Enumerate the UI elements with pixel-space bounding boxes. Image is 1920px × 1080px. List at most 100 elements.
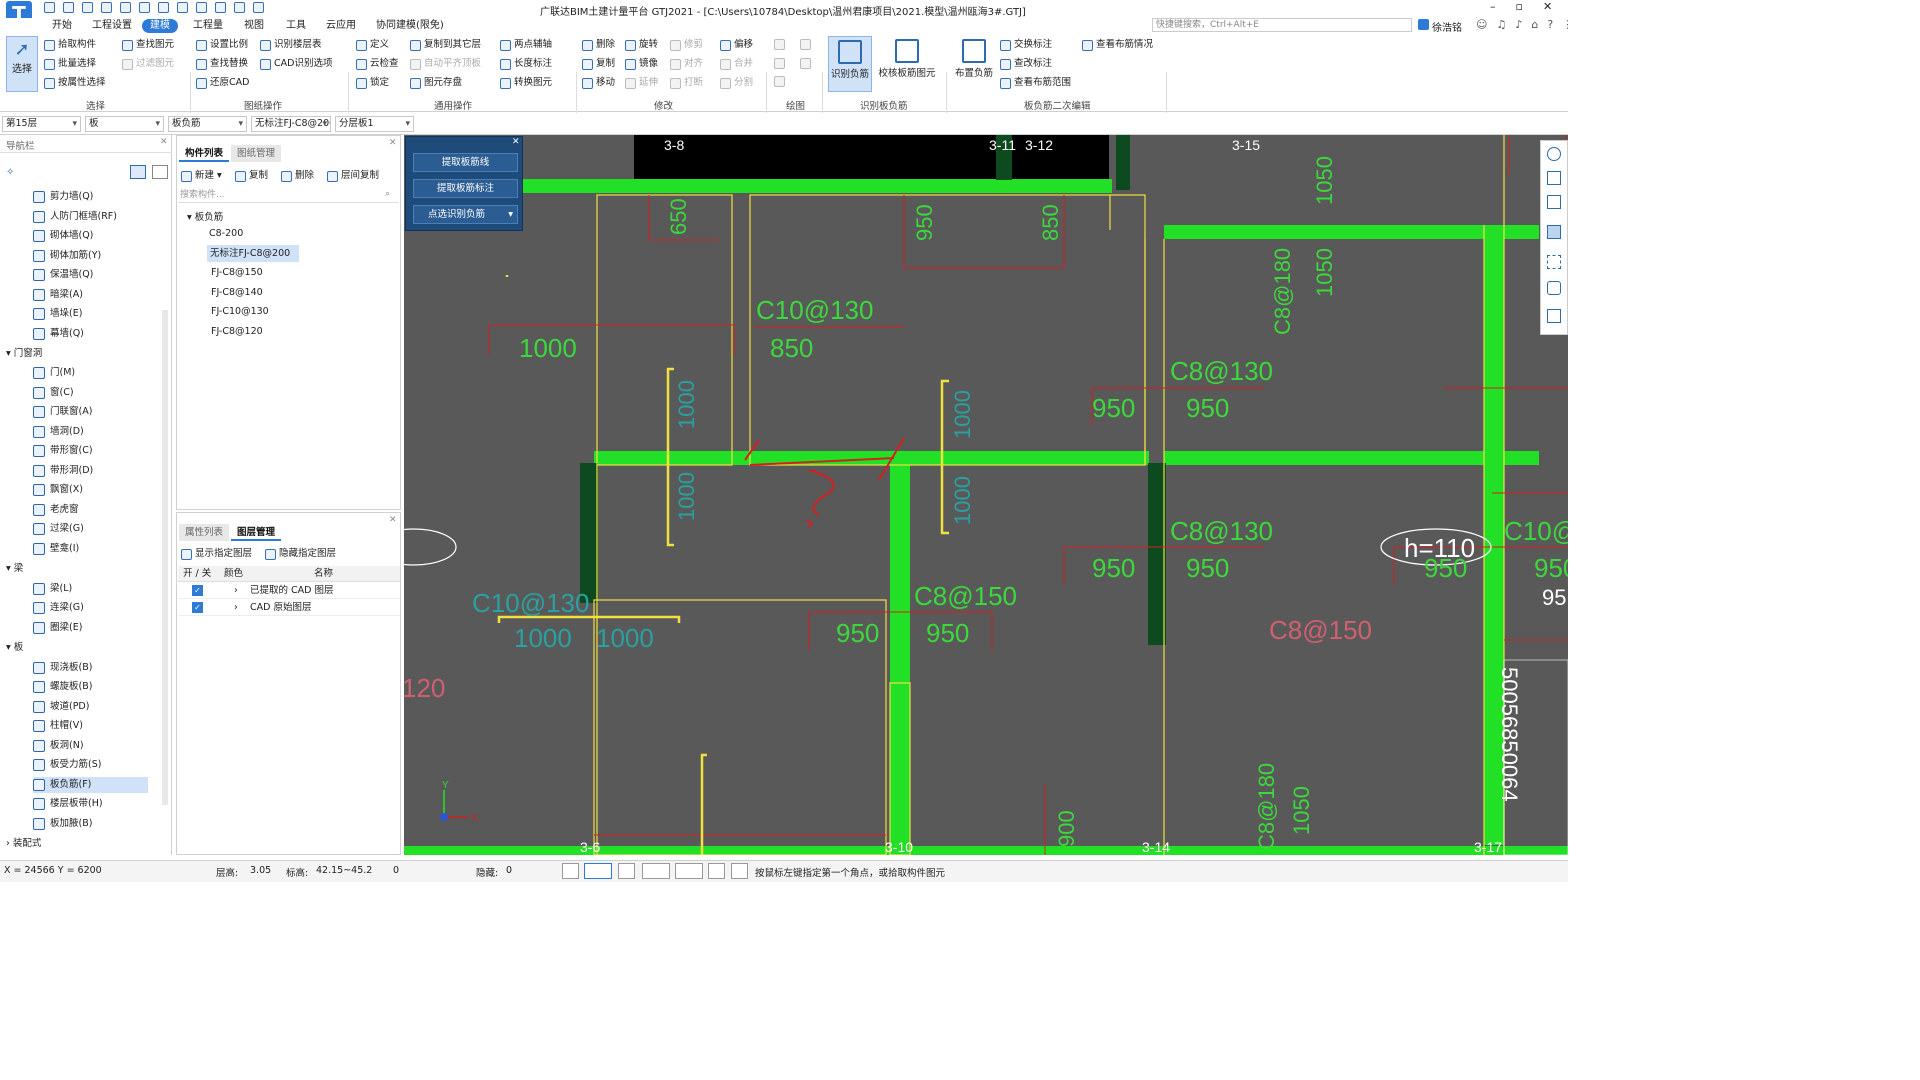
float-close-icon[interactable]: ✕ <box>512 137 520 147</box>
nav-scrollbar[interactable] <box>162 310 168 805</box>
tab-drawing-management[interactable]: 图纸管理 <box>231 145 282 162</box>
track-toggle-icon[interactable] <box>675 863 703 879</box>
define-button[interactable]: 定义 <box>356 39 389 51</box>
component-item[interactable]: FJ-C8@120 <box>211 326 263 337</box>
view-3d-icon[interactable] <box>1547 171 1561 185</box>
component-item[interactable]: C8-200 <box>209 228 243 239</box>
point-recognize-button[interactable]: 点选识别负筋 ▾ <box>413 205 518 224</box>
nav-item-bay-window[interactable]: 飘窗(X) <box>33 482 148 498</box>
length-dimension-button[interactable]: 长度标注 <box>500 58 552 70</box>
two-point-axis-button[interactable]: 两点辅轴 <box>500 39 552 51</box>
layer-checkbox[interactable]: ✓ <box>192 602 203 613</box>
dropdown-icon[interactable]: ▾ <box>508 206 513 223</box>
nav-item-dormer[interactable]: 老虎窗 <box>33 502 148 518</box>
find-element-button[interactable]: 查找图元 <box>122 39 174 51</box>
filter-element-button[interactable]: 过滤图元 <box>122 58 174 70</box>
restore-button[interactable]: ▫ <box>1516 0 1523 13</box>
nav-group-slab[interactable]: ▾ 板 <box>6 640 23 656</box>
save-icon[interactable] <box>101 2 112 13</box>
search-icon[interactable]: ⌕ <box>385 189 390 199</box>
mirror-button[interactable]: 镜像 <box>625 58 658 70</box>
copy-to-other-floor-button[interactable]: 复制到其它层 <box>410 39 481 51</box>
restore-cad-button[interactable]: 还原CAD <box>196 77 249 89</box>
layer-checkbox[interactable]: ✓ <box>192 585 203 596</box>
table-icon[interactable] <box>234 2 245 13</box>
nav-item-wall-pier[interactable]: 墙垛(E) <box>33 306 148 322</box>
view-icon[interactable] <box>215 2 226 13</box>
cloud-check-button[interactable]: 云检查 <box>356 58 399 70</box>
gear-icon[interactable] <box>1547 281 1561 295</box>
component-search-input[interactable]: 搜索构件... <box>178 187 399 203</box>
split-button[interactable]: 分割 <box>720 77 753 89</box>
find-replace-button[interactable]: 查找替换 <box>196 58 248 70</box>
nav-item-window[interactable]: 窗(C) <box>33 385 148 401</box>
copy-button[interactable]: 复制 <box>582 58 615 70</box>
batch-select-button[interactable]: 批量选择 <box>44 58 96 70</box>
menu-collab[interactable]: 协同建模(限免) <box>376 19 444 33</box>
nav-item-ring-beam[interactable]: 圈梁(E) <box>33 620 148 636</box>
close-button[interactable]: ✕ <box>1543 0 1552 13</box>
help-icon[interactable]: ? <box>1547 18 1553 31</box>
point-icon[interactable] <box>774 39 785 50</box>
new-file-icon[interactable] <box>44 2 55 13</box>
home-icon[interactable]: ⌂ <box>1531 18 1538 31</box>
category-select[interactable]: 板 <box>85 116 164 132</box>
select-tool-button[interactable]: ➚ 选择 <box>6 36 38 92</box>
nav-item-slab-main-rebar[interactable]: 板受力筋(S) <box>33 757 148 773</box>
delete-component-button[interactable]: 删除 <box>281 170 314 182</box>
nav-item-civil-defense-wall[interactable]: 人防门框墙(RF) <box>33 209 148 225</box>
nav-item-ramp[interactable]: 坡道(PD) <box>33 699 148 715</box>
view-rebar-status-button[interactable]: 查看布筋情况 <box>1082 39 1153 51</box>
nav-item-slab-haunch[interactable]: 板加腋(B) <box>33 816 148 832</box>
nav-item-wall-opening[interactable]: 墙洞(D) <box>33 424 148 440</box>
menu-tools[interactable]: 工具 <box>286 19 306 33</box>
undo-icon[interactable] <box>120 2 131 13</box>
cross-toggle-icon[interactable] <box>618 863 635 879</box>
menu-start[interactable]: 开始 <box>52 19 72 33</box>
menu-view[interactable]: 视图 <box>244 19 264 33</box>
tab-component-list[interactable]: 构件列表 <box>179 145 230 162</box>
copy-component-button[interactable]: 复制 <box>235 170 268 182</box>
fullscreen-icon[interactable] <box>1547 255 1561 269</box>
nav-item-strip-opening[interactable]: 带形洞(D) <box>33 463 148 479</box>
table-row[interactable]: ✓ › CAD 原始图层 <box>178 600 400 616</box>
cad-options-button[interactable]: CAD识别选项 <box>260 58 332 70</box>
nav-item-door-window[interactable]: 门联窗(A) <box>33 404 148 420</box>
orbit-icon[interactable] <box>1547 147 1561 161</box>
calc-icon[interactable] <box>177 2 188 13</box>
nav-group-beam[interactable]: ▾ 梁 <box>6 561 23 577</box>
break-button[interactable]: 打断 <box>670 77 703 89</box>
layer-select[interactable]: 分层板1 <box>335 116 414 132</box>
sum-icon[interactable] <box>158 2 169 13</box>
display-icon[interactable] <box>1547 225 1561 239</box>
hide-layer-button[interactable]: 隐藏指定图层 <box>265 548 336 560</box>
nav-item-shear-wall[interactable]: 剪力墙(Q) <box>33 189 148 205</box>
nav-item-curtain-wall[interactable]: 幕墙(Q) <box>33 326 148 342</box>
save-element-button[interactable]: 图元存盘 <box>410 77 462 89</box>
set-scale-button[interactable]: 设置比例 <box>196 39 248 51</box>
component-item[interactable]: FJ-C8@150 <box>211 267 263 278</box>
trim-button[interactable]: 修剪 <box>670 39 703 51</box>
component-select[interactable]: 无标注FJ-C8@200 <box>251 116 331 132</box>
cube-icon[interactable] <box>1547 195 1561 209</box>
export-icon[interactable] <box>253 2 264 13</box>
nav-item-masonry-wall[interactable]: 砌体墙(Q) <box>33 228 148 244</box>
panel-close-icon[interactable]: ✕ <box>389 138 397 148</box>
nav-group-door-window[interactable]: ▾ 门窗洞 <box>6 346 42 362</box>
dynamic-input-icon[interactable] <box>708 863 725 879</box>
nav-item-spiral-slab[interactable]: 螺旋板(B) <box>33 679 148 695</box>
nav-item-door[interactable]: 门(M) <box>33 365 148 381</box>
nav-item-cast-slab[interactable]: 现浇板(B) <box>33 660 148 676</box>
nav-item-masonry-rebar[interactable]: 砌体加筋(Y) <box>33 248 148 264</box>
angle-toggle-icon[interactable] <box>642 863 670 879</box>
search-input[interactable]: 快捷键搜索，Ctrl+Alt+E <box>1152 18 1412 32</box>
merge-button[interactable]: 合并 <box>720 58 753 70</box>
tree-root[interactable]: ▾ 板负筋 <box>187 209 223 223</box>
nav-item-strip-window[interactable]: 带形窗(C) <box>33 443 148 459</box>
open-folder-icon[interactable] <box>82 2 93 13</box>
view-rebar-range-button[interactable]: 查看布筋范围 <box>1000 77 1071 89</box>
show-layer-button[interactable]: 显示指定图层 <box>181 548 252 560</box>
redo-icon[interactable] <box>139 2 150 13</box>
line-icon[interactable] <box>774 57 785 69</box>
user-name[interactable]: 徐浩铭 <box>1432 19 1462 34</box>
